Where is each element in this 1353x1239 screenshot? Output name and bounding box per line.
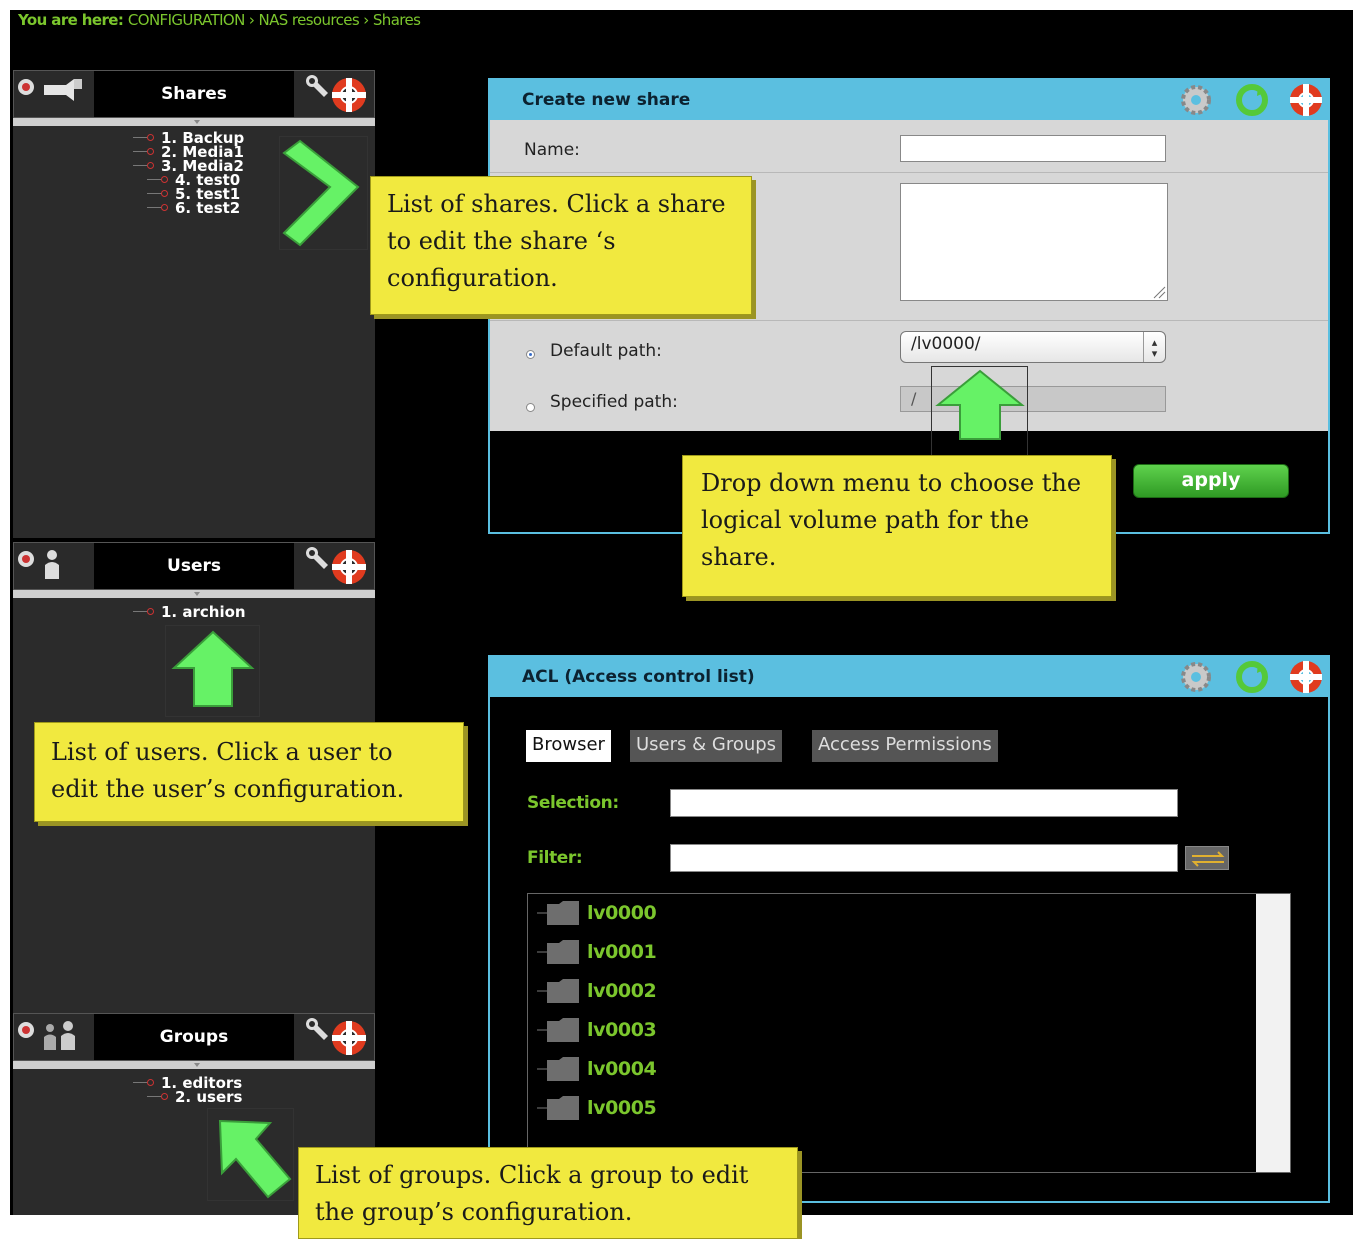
comment-textarea[interactable]	[900, 183, 1168, 301]
volume-label: lv0002	[587, 980, 657, 1002]
name-label: Name:	[524, 140, 580, 160]
volume-label: lv0000	[587, 902, 657, 924]
arrow-up-icon	[171, 630, 255, 707]
callout-groups: List of groups. Click a group to edit th…	[298, 1147, 798, 1239]
resize-grip-icon[interactable]	[1152, 285, 1166, 299]
wrench-icon[interactable]	[306, 547, 328, 569]
groups-arrow-box	[207, 1108, 294, 1201]
acl-title: ACL (Access control list)	[522, 667, 755, 687]
path-arrow-box	[931, 366, 1028, 456]
folder-icon	[537, 1057, 579, 1081]
filter-input[interactable]	[670, 844, 1178, 872]
callout-users: List of users. Click a user to edit the …	[34, 722, 464, 822]
gear-icon[interactable]	[1181, 85, 1211, 115]
callout-path: Drop down menu to choose the logical vol…	[682, 455, 1112, 597]
apply-button[interactable]: apply	[1133, 464, 1289, 498]
select-arrows-icon: ▴ ▾	[1143, 332, 1165, 362]
folder-icon	[537, 1018, 579, 1042]
shares-tools	[294, 71, 374, 117]
filter-label: Filter:	[527, 848, 583, 868]
gear-icon[interactable]	[1181, 662, 1211, 692]
volume-label: lv0005	[587, 1097, 657, 1119]
group-item[interactable]: 2. users	[13, 1090, 375, 1105]
lifebuoy-icon[interactable]	[332, 78, 366, 112]
create-share-header: Create new share	[490, 80, 1328, 120]
user-item[interactable]: 1. archion	[13, 605, 375, 620]
users-splitter[interactable]	[13, 590, 375, 598]
user-icon	[14, 543, 94, 589]
refresh-icon[interactable]	[1236, 84, 1268, 116]
chevron-right-arrow-icon	[282, 139, 360, 247]
breadcrumb-path[interactable]: CONFIGURATION › NAS resources › Shares	[128, 11, 421, 29]
volume-label: lv0001	[587, 941, 657, 963]
acl-header: ACL (Access control list)	[490, 657, 1328, 697]
shares-splitter[interactable]	[13, 118, 375, 126]
group-icon	[14, 1014, 94, 1060]
specified-path-label: Specified path:	[550, 392, 678, 412]
groups-header: Groups	[13, 1013, 375, 1061]
users-title: Users	[167, 556, 221, 576]
users-tools	[294, 543, 374, 589]
folder-icon	[537, 901, 579, 925]
shares-title: Shares	[161, 84, 227, 104]
breadcrumb-prefix: You are here:	[18, 11, 124, 29]
arrow-up-icon	[935, 369, 1025, 440]
volume-item[interactable]: lv0004	[537, 1054, 657, 1084]
tab-users-groups[interactable]: Users & Groups	[630, 730, 783, 762]
folder-icon	[537, 940, 579, 964]
lifebuoy-icon[interactable]	[332, 550, 366, 584]
lifebuoy-icon[interactable]	[1290, 84, 1322, 116]
default-path-radio[interactable]	[526, 350, 535, 359]
wrench-icon[interactable]	[306, 1018, 328, 1040]
volume-tree-scrollbar[interactable]	[1256, 894, 1290, 1172]
filter-icon	[1191, 851, 1225, 867]
volume-item[interactable]: lv0003	[537, 1015, 657, 1045]
volume-item[interactable]: lv0001	[537, 937, 657, 967]
default-path-value: /lv0000/	[911, 334, 981, 354]
panel-tools	[1178, 80, 1328, 120]
breadcrumb: You are here: CONFIGURATION › NAS resour…	[18, 10, 421, 32]
specified-path-radio[interactable]	[526, 403, 535, 412]
share-icon	[14, 71, 94, 117]
groups-splitter[interactable]	[13, 1061, 375, 1069]
selection-input[interactable]	[670, 789, 1178, 817]
name-row: Name:	[490, 120, 1328, 173]
shares-header: Shares	[13, 70, 375, 118]
volume-item[interactable]: lv0005	[537, 1093, 657, 1123]
lifebuoy-icon[interactable]	[332, 1021, 366, 1055]
volume-label: lv0004	[587, 1058, 657, 1080]
path-row: Default path: /lv0000/ ▴ ▾ Specified path…	[490, 321, 1328, 431]
tab-browser[interactable]: Browser	[526, 730, 611, 762]
lifebuoy-icon[interactable]	[1290, 661, 1322, 693]
users-arrow-box	[165, 625, 260, 717]
folder-icon	[537, 979, 579, 1003]
default-path-select[interactable]: /lv0000/ ▴ ▾	[900, 331, 1166, 363]
groups-title: Groups	[159, 1027, 229, 1047]
create-share-title: Create new share	[522, 90, 691, 110]
shares-arrow-box	[279, 136, 368, 250]
selection-label: Selection:	[527, 793, 619, 813]
groups-tools	[294, 1014, 374, 1060]
wrench-icon[interactable]	[306, 75, 328, 97]
filter-button[interactable]	[1185, 846, 1229, 870]
callout-shares: List of shares. Click a share to edit th…	[370, 176, 752, 315]
panel-tools	[1178, 657, 1328, 697]
volume-label: lv0003	[587, 1019, 657, 1041]
name-input[interactable]	[900, 135, 1166, 162]
default-path-label: Default path:	[550, 341, 662, 361]
refresh-icon[interactable]	[1236, 661, 1268, 693]
arrow-up-left-icon	[218, 1119, 292, 1199]
tab-access-permissions[interactable]: Access Permissions	[812, 730, 998, 762]
volume-item[interactable]: lv0000	[537, 898, 657, 928]
volume-item[interactable]: lv0002	[537, 976, 657, 1006]
folder-icon	[537, 1096, 579, 1120]
users-header: Users	[13, 542, 375, 590]
